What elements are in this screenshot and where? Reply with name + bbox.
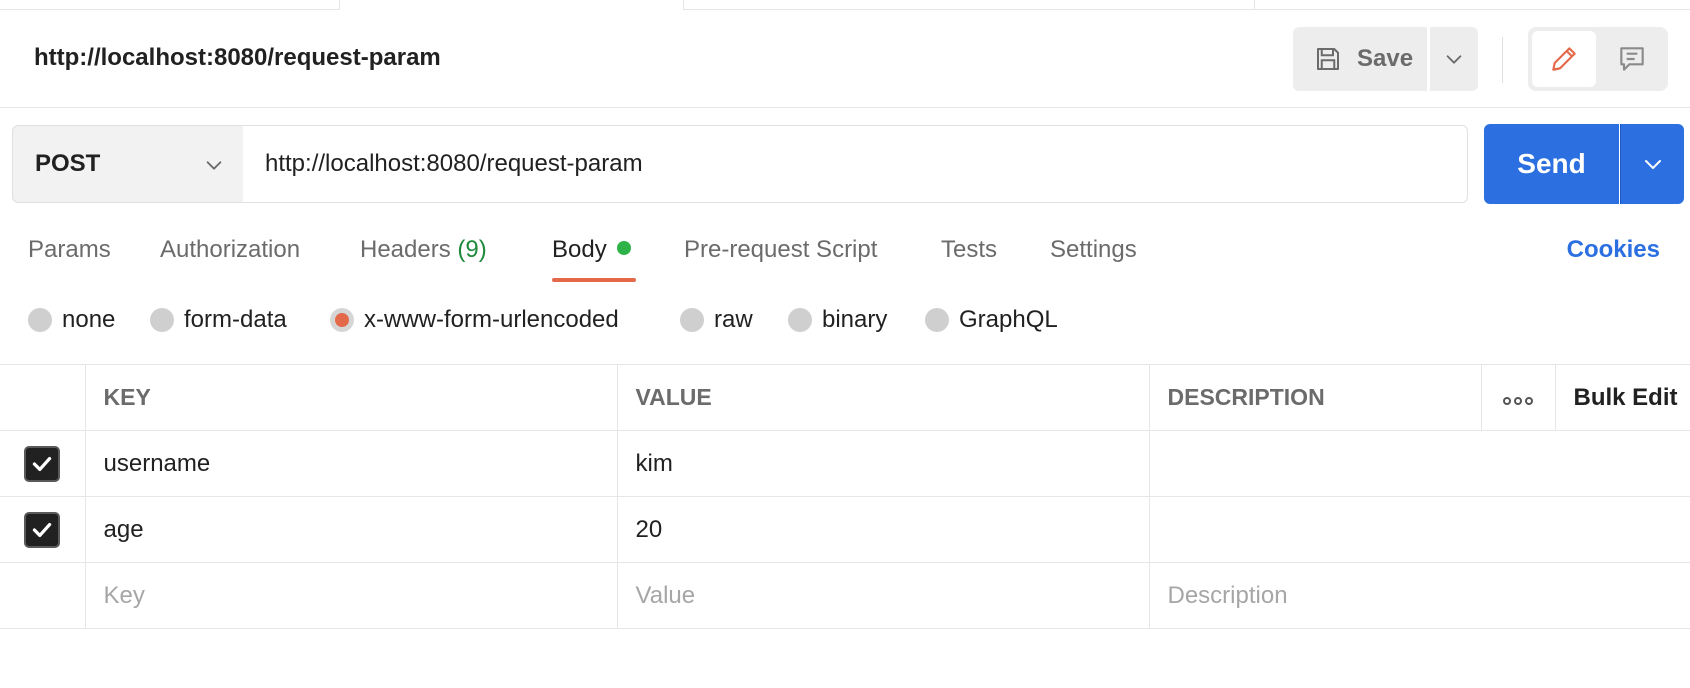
- radio-label: x-www-form-urlencoded: [364, 306, 619, 333]
- tab-body-label: Body: [552, 236, 607, 263]
- key-column-header: KEY: [85, 364, 618, 431]
- body-active-indicator: [616, 241, 631, 255]
- request-tab[interactable]: [1255, 0, 1690, 10]
- radio-circle-selected: [330, 308, 354, 332]
- radio-circle: [28, 308, 52, 332]
- params-table: KEY VALUE DESCRIPTION Bulk Edit username…: [0, 364, 1690, 629]
- description-placeholder-cell[interactable]: Description: [1149, 562, 1690, 629]
- http-method-label: POST: [35, 150, 101, 177]
- pencil-icon: [1552, 47, 1576, 71]
- headers-count-badge: (9): [457, 236, 487, 263]
- tab-strip: [0, 0, 1690, 10]
- key-placeholder-cell[interactable]: Key: [85, 562, 618, 629]
- tab-pre-request-script[interactable]: Pre-request Script: [684, 236, 877, 264]
- bulk-edit-button[interactable]: Bulk Edit: [1555, 364, 1690, 431]
- tab-params[interactable]: Params: [28, 236, 111, 264]
- table-row-new: Key Value Description: [0, 562, 1690, 629]
- radio-raw[interactable]: raw: [680, 306, 753, 334]
- row-checkbox-cell: [0, 562, 86, 629]
- tab-headers[interactable]: Headers (9): [360, 236, 487, 264]
- table-row: age 20: [0, 496, 1690, 563]
- request-tab-active[interactable]: [340, 0, 683, 10]
- radio-label: none: [62, 306, 116, 333]
- radio-graphql[interactable]: GraphQL: [925, 306, 1058, 334]
- radio-x-www-form-urlencoded[interactable]: x-www-form-urlencoded: [330, 306, 619, 334]
- description-cell[interactable]: [1149, 430, 1690, 497]
- key-cell[interactable]: age: [85, 496, 618, 563]
- key-cell[interactable]: username: [85, 430, 618, 497]
- row-checkbox-cell: [0, 430, 86, 497]
- row-checkbox[interactable]: [24, 445, 61, 482]
- radio-label: binary: [822, 306, 888, 333]
- row-checkbox[interactable]: [24, 511, 61, 548]
- radio-form-data[interactable]: form-data: [150, 306, 287, 334]
- body-type-selector: none form-data x-www-form-urlencoded raw…: [0, 306, 1690, 346]
- divider: [1502, 37, 1503, 83]
- radio-label: raw: [714, 306, 753, 333]
- more-options-button[interactable]: [1481, 364, 1556, 431]
- view-mode-toggle: [1528, 27, 1668, 91]
- request-section-tabs: Params Authorization Headers (9) Body Pr…: [0, 230, 1690, 286]
- save-button[interactable]: Save: [1293, 27, 1427, 91]
- edit-mode-button[interactable]: [1532, 31, 1596, 87]
- value-column-header: VALUE: [617, 364, 1150, 431]
- tab-tests[interactable]: Tests: [941, 236, 997, 264]
- send-options-button[interactable]: [1620, 124, 1684, 204]
- select-column-header: [0, 364, 86, 431]
- check-icon: [33, 522, 52, 537]
- comment-mode-button[interactable]: [1600, 31, 1664, 87]
- table-row: username kim: [0, 430, 1690, 497]
- radio-label: GraphQL: [959, 306, 1058, 333]
- radio-circle: [150, 308, 174, 332]
- radio-none[interactable]: none: [28, 306, 115, 334]
- floppy-disk-icon: [1317, 48, 1339, 70]
- row-checkbox-cell: [0, 496, 86, 563]
- active-tab-underline: [552, 278, 636, 282]
- http-method-select[interactable]: POST: [12, 125, 244, 203]
- request-tab[interactable]: [683, 0, 1255, 10]
- tab-settings[interactable]: Settings: [1050, 236, 1137, 264]
- tab-authorization[interactable]: Authorization: [160, 236, 300, 264]
- radio-circle: [680, 308, 704, 332]
- url-input[interactable]: [243, 125, 1468, 203]
- check-icon: [33, 456, 52, 471]
- description-column-header: DESCRIPTION: [1149, 364, 1482, 431]
- tab-headers-label: Headers: [360, 236, 451, 263]
- request-tab[interactable]: [0, 0, 340, 10]
- tab-body[interactable]: Body: [552, 236, 631, 264]
- request-header: http://localhost:8080/request-param Save: [0, 10, 1690, 108]
- radio-circle: [925, 308, 949, 332]
- save-button-label: Save: [1357, 45, 1414, 72]
- chevron-down-icon: [206, 161, 222, 170]
- value-placeholder-cell[interactable]: Value: [617, 562, 1150, 629]
- radio-label: form-data: [184, 306, 287, 333]
- request-title[interactable]: http://localhost:8080/request-param: [34, 44, 441, 72]
- more-horizontal-icon: [1503, 397, 1533, 405]
- chevron-down-icon: [1644, 160, 1661, 169]
- cookies-link[interactable]: Cookies: [1567, 236, 1660, 264]
- value-cell[interactable]: 20: [617, 496, 1150, 563]
- radio-circle: [788, 308, 812, 332]
- send-button[interactable]: Send: [1484, 124, 1619, 204]
- comment-icon: [1620, 47, 1644, 71]
- radio-binary[interactable]: binary: [788, 306, 887, 334]
- save-options-button[interactable]: [1430, 27, 1478, 91]
- value-cell[interactable]: kim: [617, 430, 1150, 497]
- chevron-down-icon: [1446, 55, 1462, 64]
- description-cell[interactable]: [1149, 496, 1690, 563]
- table-header-row: KEY VALUE DESCRIPTION Bulk Edit: [0, 364, 1690, 431]
